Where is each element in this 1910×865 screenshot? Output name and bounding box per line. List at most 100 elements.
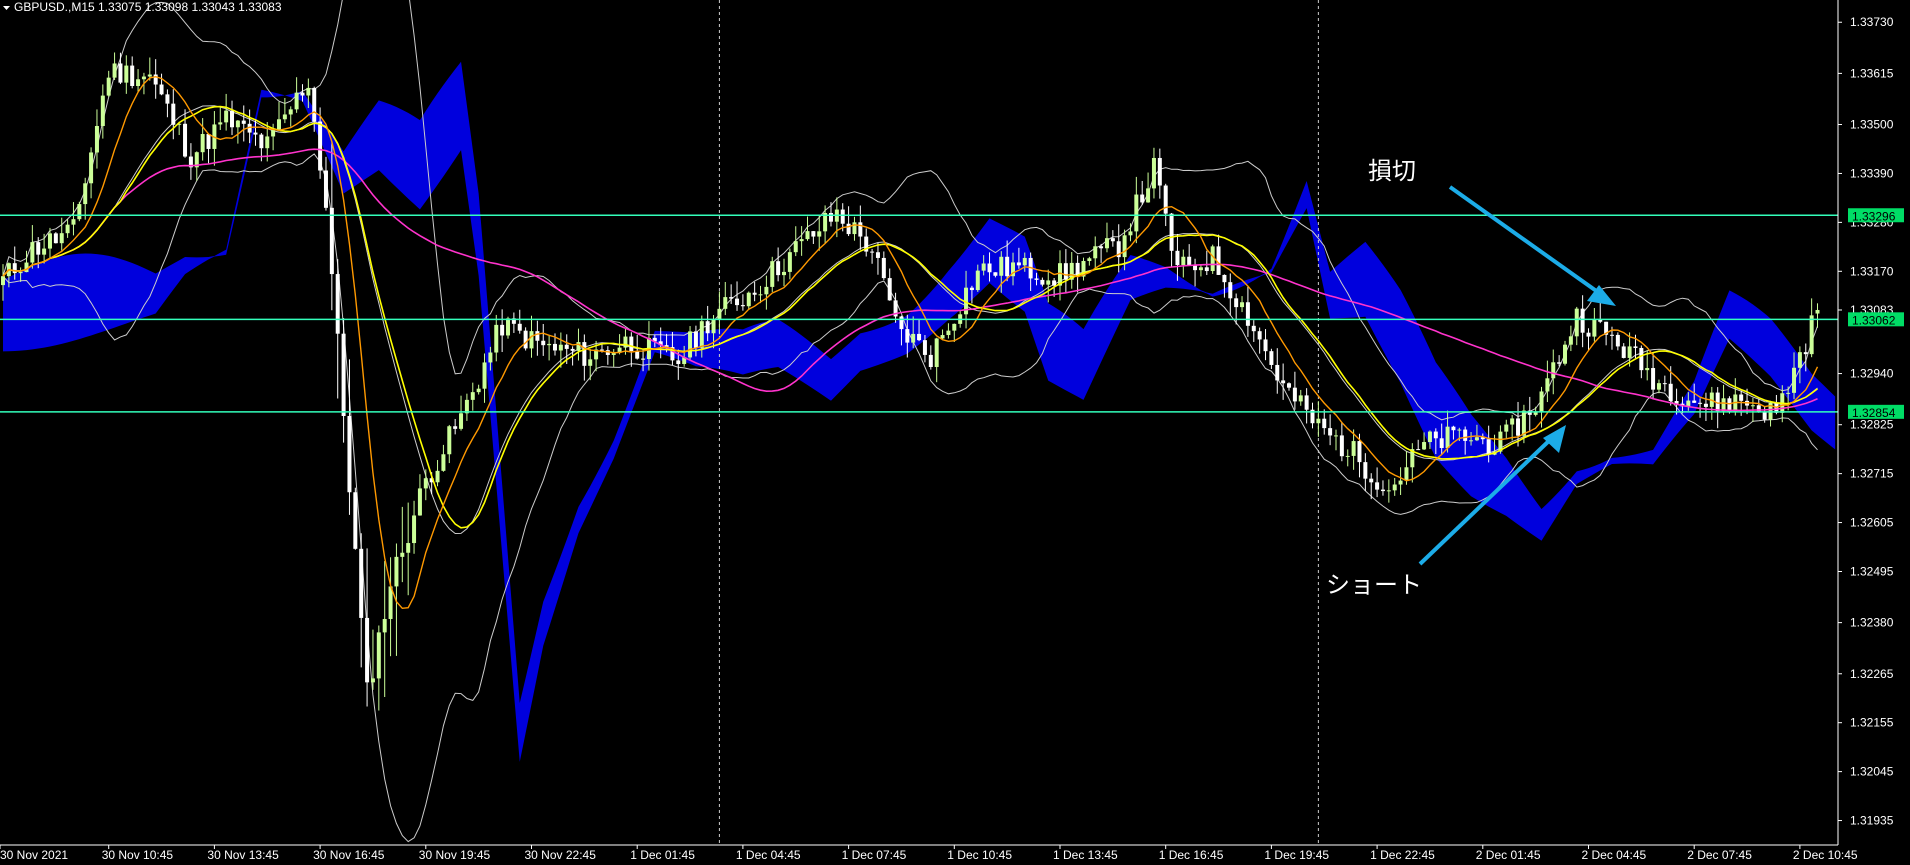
candle-body	[922, 340, 927, 355]
candle[interactable]	[770, 256, 775, 292]
candle[interactable]	[523, 327, 528, 351]
candle-body	[1187, 256, 1192, 266]
candle-body	[1592, 319, 1597, 337]
candle-body	[1287, 383, 1292, 388]
candle-body	[787, 252, 792, 272]
candle-body	[735, 298, 740, 306]
time-tick-label: 1 Dec 19:45	[1264, 848, 1329, 862]
candle-body	[1486, 439, 1491, 455]
candle-body	[1157, 157, 1162, 186]
candle-body	[230, 110, 235, 128]
candle-body	[1703, 403, 1708, 407]
candle-body	[306, 87, 311, 96]
candle-body	[1815, 309, 1820, 314]
candle-body	[1, 276, 5, 286]
candle-body	[981, 263, 986, 271]
candle-body	[1240, 302, 1245, 308]
candle-body	[993, 272, 998, 276]
candle-body	[300, 92, 305, 96]
candle-body	[1257, 331, 1262, 340]
candle-body	[558, 344, 563, 351]
candle[interactable]	[353, 487, 358, 550]
candle-body	[1292, 387, 1297, 402]
candle-body	[488, 352, 493, 363]
candle-body	[887, 278, 892, 301]
candle-body	[1052, 280, 1057, 286]
time-tick-label: 1 Dec 16:45	[1159, 848, 1224, 862]
candle-body	[370, 678, 375, 683]
candle-body	[1363, 462, 1368, 479]
time-tick-label: 30 Nov 16:45	[313, 848, 385, 862]
level-price-label: 1.32854	[1848, 404, 1904, 420]
candle-body	[447, 426, 452, 455]
time-tick-label: 30 Nov 10:45	[102, 848, 174, 862]
price-tick-label: 1.33730	[1850, 15, 1894, 29]
candle-body	[376, 632, 381, 679]
candle-body	[1762, 412, 1767, 420]
candle-body	[353, 492, 358, 549]
candle-body	[282, 114, 287, 120]
time-tick-label: 30 Nov 19:45	[419, 848, 491, 862]
candle-body	[459, 413, 464, 429]
candle-body	[423, 478, 428, 489]
level-price-label: 1.33062	[1848, 312, 1904, 327]
candle-body	[1181, 256, 1186, 266]
candle-body	[1322, 418, 1327, 429]
candle-body	[717, 308, 722, 320]
candle-body	[341, 333, 346, 416]
svg-text:1.32854: 1.32854	[1852, 406, 1896, 420]
candle-body	[564, 344, 569, 349]
price-chart[interactable]: 1.337301.336151.335001.333901.332801.331…	[0, 0, 1910, 865]
candle-body	[723, 297, 728, 309]
stop-loss-label: 損切	[1368, 157, 1416, 185]
candle-body	[570, 348, 575, 351]
candle-body	[999, 256, 1004, 276]
candle-body	[552, 343, 557, 351]
candle-body	[276, 119, 281, 131]
candle-body	[699, 321, 704, 348]
candle-body	[1134, 194, 1139, 232]
candle-body	[470, 392, 475, 400]
candle-body	[112, 63, 117, 78]
candle-body	[852, 222, 857, 235]
candle-body	[1510, 418, 1515, 425]
time-tick-label: 30 Nov 13:45	[207, 848, 279, 862]
candle-body	[359, 548, 364, 618]
candle-body	[476, 388, 481, 393]
price-tick-label: 1.32495	[1850, 564, 1894, 578]
candle-body	[1433, 431, 1438, 439]
candle-body	[1474, 437, 1479, 441]
candle-body	[588, 359, 593, 366]
candle-body	[1228, 282, 1233, 299]
candle-body	[793, 241, 798, 253]
candle[interactable]	[77, 201, 82, 222]
candle-body	[71, 219, 76, 225]
candle-body	[1739, 394, 1744, 401]
candle-body	[1351, 441, 1356, 456]
candle-body	[165, 94, 170, 104]
candle-body	[1275, 364, 1280, 381]
time-tick-label: 2 Dec 07:45	[1687, 848, 1752, 862]
time-tick-label: 1 Dec 22:45	[1370, 848, 1435, 862]
candle-body	[1328, 428, 1333, 436]
candle-body	[1750, 405, 1755, 407]
candle-body	[1298, 395, 1303, 402]
candle-body	[347, 415, 352, 493]
candle[interactable]	[53, 232, 58, 244]
candle[interactable]	[1210, 244, 1215, 274]
candle-body	[693, 331, 698, 348]
candle-body	[547, 343, 552, 346]
candle-body	[599, 349, 604, 351]
candle-body	[1040, 279, 1045, 285]
candle-body	[1803, 352, 1808, 355]
candle-body	[312, 87, 317, 122]
candle-body	[400, 552, 405, 557]
candle-body	[24, 262, 29, 273]
candle-body	[200, 134, 205, 153]
candle-body	[1686, 400, 1691, 407]
candle-body	[1521, 410, 1526, 436]
candle-body	[629, 336, 634, 352]
candle-body	[1128, 231, 1133, 236]
candle-body	[206, 134, 211, 149]
candle-body	[1022, 257, 1027, 266]
